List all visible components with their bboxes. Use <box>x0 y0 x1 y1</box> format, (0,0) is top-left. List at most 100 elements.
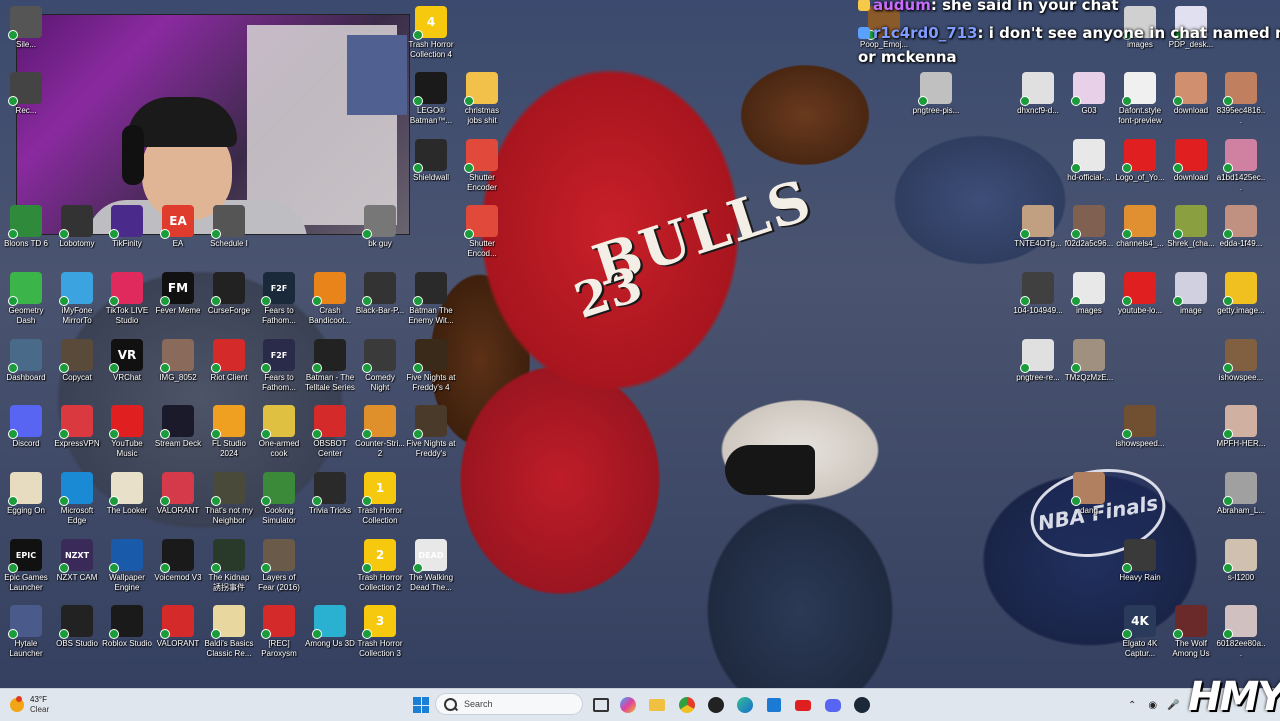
desktop-icon[interactable]: 3 Trash Horror Collection 3 <box>355 605 405 659</box>
desktop-icon[interactable]: Trivia Tricks <box>305 472 355 516</box>
desktop-icon[interactable]: LEGO® Batman™... <box>406 72 456 126</box>
obs-button[interactable] <box>705 694 727 716</box>
desktop-icon[interactable]: OBS Studio <box>52 605 102 649</box>
chevron-up-icon[interactable]: ⌃ <box>1128 700 1136 711</box>
desktop-icon[interactable]: Crash Bandicoot... <box>305 272 355 326</box>
desktop-icon[interactable]: Shutter Encod... <box>457 205 507 259</box>
desktop-icon[interactable]: VALORANT <box>153 472 203 516</box>
desktop-icon[interactable]: Dashboard <box>1 339 51 383</box>
desktop-icon[interactable]: Counter-Stri... 2 <box>355 405 405 459</box>
desktop-icon[interactable]: The Wolf Among Us <box>1166 605 1216 659</box>
desktop-icon[interactable]: IMG_8052 <box>153 339 203 383</box>
youtube-button[interactable] <box>792 694 814 716</box>
desktop-icon[interactable]: 104-104949... <box>1013 272 1063 316</box>
desktop-icon[interactable]: Batman - The Telltale Series <box>305 339 355 393</box>
desktop-icon[interactable]: 4 Trash Horror Collection 4 <box>406 6 456 60</box>
desktop-icon[interactable]: The Looker <box>102 472 152 516</box>
desktop-icon[interactable]: NZXT NZXT CAM <box>52 539 102 583</box>
desktop-icon[interactable]: Discord <box>1 405 51 449</box>
desktop-icon[interactable]: 4K Elgato 4K Captur... <box>1115 605 1165 659</box>
desktop-icon[interactable]: Shutter Encoder <box>457 139 507 193</box>
desktop-icon[interactable]: TMzQzMzE... <box>1064 339 1114 383</box>
desktop-icon[interactable]: TNTE4OTg... <box>1013 205 1063 249</box>
desktop-icon[interactable]: Layers of Fear (2016) <box>254 539 304 593</box>
desktop-icon[interactable]: Lobotomy <box>52 205 102 249</box>
desktop-icon[interactable]: s-l1200 <box>1216 539 1266 583</box>
desktop-icon[interactable]: channels4_... <box>1115 205 1165 249</box>
desktop-icon[interactable]: download <box>1166 139 1216 183</box>
desktop-icon[interactable]: Sile... <box>1 6 51 50</box>
desktop-icon[interactable]: Baldi's Basics Classic Re... <box>204 605 254 659</box>
desktop-icon[interactable]: VALORANT <box>153 605 203 649</box>
start-button[interactable] <box>410 694 432 716</box>
edge-button[interactable] <box>734 694 756 716</box>
desktop-icon[interactable]: 2 Trash Horror Collection 2 <box>355 539 405 593</box>
desktop-icon[interactable]: a1bd1425ec... <box>1216 139 1266 193</box>
desktop-icon[interactable]: Shieldwall <box>406 139 456 183</box>
desktop-icon[interactable]: 1 Trash Horror Collection <box>355 472 405 526</box>
desktop-icon[interactable]: Stream Deck <box>153 405 203 449</box>
desktop-icon[interactable]: Microsoft Edge <box>52 472 102 526</box>
desktop-icon[interactable]: [REC] Paroxysm <box>254 605 304 659</box>
network-icon[interactable]: ◉ <box>1148 700 1157 711</box>
desktop-icon[interactable]: VR VRChat <box>102 339 152 383</box>
desktop-icon[interactable]: G03 <box>1064 72 1114 116</box>
desktop-icon[interactable]: EA EA <box>153 205 203 249</box>
desktop-icon[interactable]: One-armed cook <box>254 405 304 459</box>
system-tray[interactable]: ⌃ ◉ 🎤 <box>1128 689 1180 721</box>
desktop-icon[interactable]: Roblox Studio <box>102 605 152 649</box>
task-view-button[interactable] <box>590 694 612 716</box>
desktop-icon[interactable]: FL Studio 2024 <box>204 405 254 459</box>
file-explorer-button[interactable] <box>646 694 668 716</box>
desktop-icon[interactable]: Among Us 3D <box>305 605 355 649</box>
discord-button[interactable] <box>822 694 844 716</box>
desktop-icon[interactable]: Batman The Enemy Wit... <box>406 272 456 326</box>
desktop-icon[interactable]: ishowspeed... <box>1115 405 1165 449</box>
desktop-icon[interactable]: Rec... <box>1 72 51 116</box>
desktop-icon[interactable]: Dafont.style font-preview <box>1115 72 1165 126</box>
desktop-icon[interactable]: CurseForge <box>204 272 254 316</box>
desktop-icon[interactable]: F2F Fears to Fathom... <box>254 272 304 326</box>
desktop-icon[interactable]: The Kidnap 誘拐事件 <box>204 539 254 593</box>
desktop-icon[interactable]: Shrek_(cha... <box>1166 205 1216 249</box>
desktop-icon[interactable]: Egging On <box>1 472 51 516</box>
desktop-icon[interactable]: dang <box>1064 472 1114 516</box>
desktop-icon[interactable]: ExpressVPN <box>52 405 102 449</box>
desktop-icon[interactable]: Wallpaper Engine <box>102 539 152 593</box>
desktop-icon[interactable]: Copycat <box>52 339 102 383</box>
desktop-icon[interactable]: Hytale Launcher <box>1 605 51 659</box>
desktop-icon[interactable]: Riot Client <box>204 339 254 383</box>
desktop-icon[interactable]: F2F Fears to Fathom... <box>254 339 304 393</box>
volume-icon[interactable]: 🎤 <box>1167 700 1179 711</box>
desktop-icon[interactable]: hd-official-... <box>1064 139 1114 183</box>
desktop-icon[interactable]: EPIC Epic Games Launcher <box>1 539 51 593</box>
desktop-icon[interactable]: Geometry Dash <box>1 272 51 326</box>
store-button[interactable] <box>763 694 785 716</box>
desktop-icon[interactable]: Cooking Simulator <box>254 472 304 526</box>
desktop-icon[interactable]: iMyFone MirrorTo <box>52 272 102 326</box>
desktop-icon[interactable]: pngtree-re... <box>1013 339 1063 383</box>
desktop-icon[interactable]: That's not my Neighbor <box>204 472 254 526</box>
desktop-icon[interactable]: Logo_of_Yo... <box>1115 139 1165 183</box>
desktop-icon[interactable]: f02d2a5c96... <box>1064 205 1114 249</box>
chrome-button[interactable] <box>676 694 698 716</box>
desktop-icon[interactable]: dhxncf9-d... <box>1013 72 1063 116</box>
desktop-icon[interactable]: Bloons TD 6 <box>1 205 51 249</box>
desktop-icon[interactable]: Comedy Night <box>355 339 405 393</box>
desktop-icon[interactable]: download <box>1166 72 1216 116</box>
desktop-icon[interactable]: TikTok LIVE Studio <box>102 272 152 326</box>
steam-button[interactable] <box>851 694 873 716</box>
desktop-icon[interactable]: pngtree-pis... <box>911 72 961 116</box>
desktop-icon[interactable]: DEAD The Walking Dead The... <box>406 539 456 593</box>
desktop-icon[interactable]: FM Fever Meme <box>153 272 203 316</box>
desktop-icon[interactable]: YouTube Music <box>102 405 152 459</box>
desktop-icon[interactable]: Five Nights at Freddy's 4 <box>406 339 456 393</box>
copilot-button[interactable] <box>617 694 639 716</box>
desktop-icon[interactable]: image <box>1166 272 1216 316</box>
desktop-icon[interactable]: Black-Bar-P... <box>355 272 405 316</box>
desktop-icon[interactable]: Abraham_L... <box>1216 472 1266 516</box>
desktop-icon[interactable]: edda-1f49... <box>1216 205 1266 249</box>
desktop-icon[interactable]: Heavy Rain <box>1115 539 1165 583</box>
desktop-icon[interactable]: Five Nights at Freddy's <box>406 405 456 459</box>
desktop-icon[interactable]: christmas jobs shit <box>457 72 507 126</box>
